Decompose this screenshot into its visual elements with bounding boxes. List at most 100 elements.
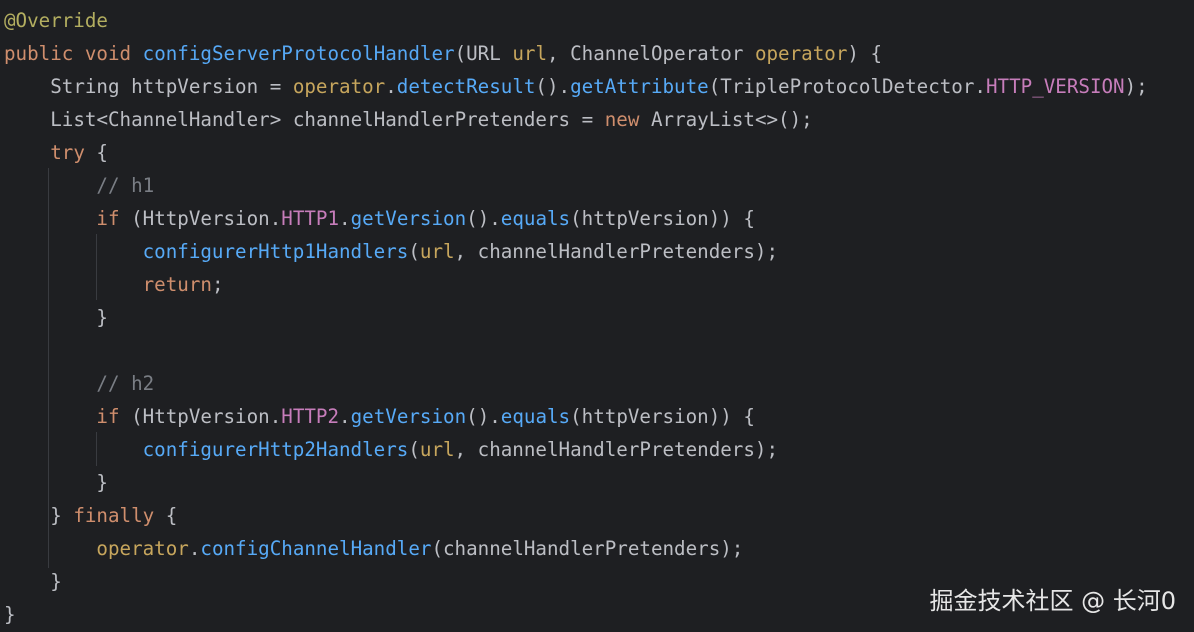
code-token: @Override xyxy=(4,9,108,32)
watermark-label: 掘金技术社区 @ 长河0 xyxy=(929,587,1176,615)
code-token: operator xyxy=(96,537,189,560)
code-token: if xyxy=(96,405,120,428)
code-token: getAttribute xyxy=(570,75,709,98)
code-token: public xyxy=(4,42,74,65)
code-token: configServerProtocolHandler xyxy=(142,42,455,65)
code-token: ; xyxy=(211,273,224,296)
code-token: void xyxy=(84,42,132,65)
code-token: ( xyxy=(708,75,721,98)
code-line: operator.configChannelHandler(channelHan… xyxy=(4,532,1148,565)
code-token: } xyxy=(4,471,108,494)
code-token: , channelHandlerPretenders); xyxy=(454,240,778,263)
code-line: public void configServerProtocolHandler(… xyxy=(4,37,1148,70)
code-token: return xyxy=(142,273,212,296)
code-token: ChannelOperator xyxy=(570,42,744,65)
code-token: // h1 xyxy=(96,174,155,197)
code-token: httpVersion = xyxy=(119,75,293,98)
code-token: operator xyxy=(292,75,386,98)
code-token: , xyxy=(547,42,571,65)
code-token: configurerHttp1Handlers xyxy=(142,240,409,263)
code-token: . xyxy=(339,207,351,230)
code-line: } xyxy=(4,466,1148,499)
code-token: > channelHandlerPretenders = xyxy=(269,108,605,131)
code-token: TripleProtocolDetector xyxy=(720,75,975,98)
code-token: url xyxy=(512,42,547,65)
code-line: configurerHttp2Handlers(url, channelHand… xyxy=(4,433,1148,466)
code-token: getVersion xyxy=(350,405,467,428)
code-token: (httpVersion)) { xyxy=(570,207,755,230)
code-line: configurerHttp1Handlers(url, channelHand… xyxy=(4,235,1148,268)
code-line: if (HttpVersion.HTTP1.getVersion().equal… xyxy=(4,202,1148,235)
code-token: finally xyxy=(73,504,155,527)
code-token: ( xyxy=(119,207,143,230)
code-token: . xyxy=(385,75,397,98)
code-line: @Override xyxy=(4,4,1148,37)
code-token: HTTP2 xyxy=(281,405,340,428)
code-token: < xyxy=(96,108,108,131)
code-line: // h1 xyxy=(4,169,1148,202)
code-token: HTTP_VERSION xyxy=(985,75,1125,98)
code-token: } xyxy=(4,603,16,626)
code-token: (channelHandlerPretenders); xyxy=(431,537,744,560)
code-line: String httpVersion = operator.detectResu… xyxy=(4,70,1148,103)
code-token: getVersion xyxy=(350,207,467,230)
code-token: . xyxy=(269,405,282,428)
code-token: { xyxy=(154,504,178,527)
code-token: url xyxy=(419,240,455,263)
code-token: , channelHandlerPretenders); xyxy=(454,438,778,461)
code-token: equals xyxy=(500,405,571,428)
code-token: url xyxy=(419,438,455,461)
code-token: } xyxy=(4,306,108,329)
code-token: configChannelHandler xyxy=(200,537,432,560)
code-token: . xyxy=(269,207,282,230)
code-token: (). xyxy=(466,207,501,230)
code-line: } xyxy=(4,301,1148,334)
code-token: ArrayList xyxy=(650,108,755,131)
code-token: } xyxy=(4,570,62,593)
code-line: // h2 xyxy=(4,367,1148,400)
code-token: if xyxy=(96,207,120,230)
code-line: return; xyxy=(4,268,1148,301)
code-token: HttpVersion xyxy=(142,405,270,428)
code-token: configurerHttp2Handlers xyxy=(142,438,409,461)
code-token: . xyxy=(339,405,351,428)
code-token: ( xyxy=(119,405,143,428)
code-line: try { xyxy=(4,136,1148,169)
code-token: ( xyxy=(454,42,467,65)
code-token: HttpVersion xyxy=(142,207,270,230)
code-token: (). xyxy=(466,405,501,428)
code-line: } finally { xyxy=(4,499,1148,532)
code-token: ); xyxy=(1124,75,1148,98)
code-token: URL xyxy=(466,42,501,65)
code-token: . xyxy=(974,75,986,98)
code-token: try xyxy=(50,141,85,164)
code-token: equals xyxy=(500,207,571,230)
code-token: ( xyxy=(408,240,420,263)
code-content[interactable]: @Override public void configServerProtoco… xyxy=(4,4,1148,631)
code-token: ChannelHandler xyxy=(108,108,270,131)
code-token: operator xyxy=(754,42,848,65)
code-token: (). xyxy=(535,75,571,98)
code-token: } xyxy=(4,504,74,527)
code-editor[interactable]: @Override public void configServerProtoco… xyxy=(0,0,1194,632)
code-token: new xyxy=(604,108,640,131)
code-line: List<ChannelHandler> channelHandlerPrete… xyxy=(4,103,1148,136)
code-token: (httpVersion)) { xyxy=(570,405,755,428)
code-token: . xyxy=(188,537,201,560)
